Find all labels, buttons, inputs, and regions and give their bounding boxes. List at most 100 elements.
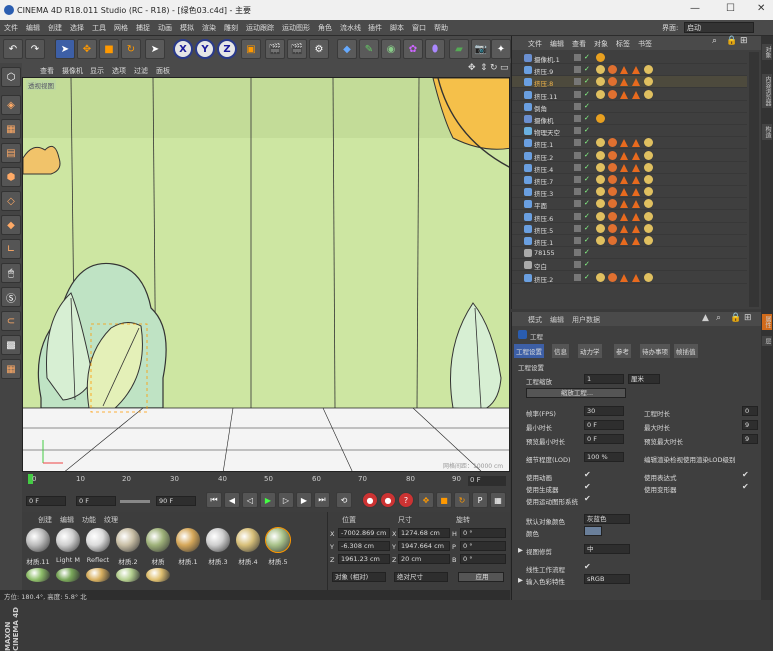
tab-reference[interactable]: 参考 [614, 344, 631, 358]
visibility-toggle[interactable] [574, 115, 581, 122]
tweak-mode-icon[interactable]: 🖱 [1, 263, 21, 283]
edges-mode-icon[interactable]: ◇ [1, 191, 21, 211]
material-tag-icon[interactable] [620, 176, 628, 184]
menu-tools[interactable]: 工具 [92, 23, 106, 33]
material-tag-icon[interactable] [632, 224, 640, 233]
texture-tag-icon[interactable] [644, 187, 653, 197]
menu-plugins[interactable]: 插件 [368, 23, 382, 33]
use-mograph-checkbox[interactable]: ✔ [584, 494, 591, 503]
material-swatch[interactable] [146, 568, 170, 582]
menu-motion-track[interactable]: 运动跟踪 [246, 23, 274, 33]
start-frame-field[interactable]: 0 F [26, 496, 66, 506]
texture-tag-icon[interactable] [644, 138, 653, 148]
material-tag-icon[interactable] [620, 188, 628, 197]
goto-end-icon[interactable]: ⏭ [314, 492, 330, 508]
texture-tag-icon[interactable] [608, 77, 617, 87]
object-row[interactable]: 挤压.2 ✓ [512, 150, 747, 162]
texture-tag-icon[interactable] [644, 199, 653, 209]
preview-min-field[interactable]: 0 F [584, 434, 624, 444]
material-swatch[interactable] [176, 528, 200, 552]
texture-tag-icon[interactable] [644, 150, 653, 160]
menu-window[interactable]: 窗口 [412, 23, 426, 33]
menu-render[interactable]: 渲染 [202, 23, 216, 33]
attr-lock-icon[interactable]: 🔒 [730, 313, 741, 323]
menu-pipeline[interactable]: 流水线 [340, 23, 361, 33]
coord-position-field[interactable]: -6.308 cm [338, 541, 390, 551]
enable-check-icon[interactable]: ✓ [584, 236, 590, 244]
object-row[interactable]: 挤压.9 ✓ [512, 64, 747, 77]
visibility-toggle[interactable] [574, 90, 581, 98]
next-key-icon[interactable]: ▶ [296, 492, 312, 508]
menu-animate[interactable]: 动画 [158, 23, 172, 33]
material-swatch[interactable] [56, 528, 80, 552]
enable-check-icon[interactable]: ✓ [584, 187, 590, 195]
color-swatch[interactable] [584, 526, 602, 536]
texture-tag-icon[interactable] [596, 236, 605, 245]
camera-icon[interactable]: 📷 [471, 39, 491, 59]
magnet-icon[interactable]: ⊂ [1, 311, 21, 331]
menu-script[interactable]: 脚本 [390, 23, 404, 33]
enable-check-icon[interactable]: ✓ [584, 163, 590, 171]
prev-key-icon[interactable]: ◀ [224, 492, 240, 508]
vp-menu-panel[interactable]: 面板 [156, 66, 170, 76]
use-generators-checkbox[interactable]: ✔ [584, 482, 591, 491]
menu-edit[interactable]: 编辑 [26, 23, 40, 33]
use-animation-checkbox[interactable]: ✔ [584, 470, 591, 479]
preview-range-slider[interactable] [120, 500, 150, 503]
texture-tag-icon[interactable] [608, 211, 617, 221]
vp-menu-cameras[interactable]: 摄像机 [62, 66, 83, 76]
object-row[interactable]: 挤压.7 ✓ [512, 174, 747, 186]
texture-tag-icon[interactable] [608, 223, 617, 233]
model-mode-icon[interactable]: ◈ [1, 95, 21, 115]
material-tag-icon[interactable] [632, 176, 640, 184]
visibility-toggle[interactable] [574, 261, 581, 269]
material-tag-icon[interactable] [620, 78, 628, 87]
texture-tag-icon[interactable] [608, 272, 617, 282]
array-icon[interactable]: ✿ [403, 39, 423, 59]
apply-button[interactable]: 应用 [458, 572, 504, 582]
scale-field[interactable]: 1 [584, 374, 624, 384]
visibility-toggle[interactable] [574, 273, 581, 281]
enable-check-icon[interactable]: ✓ [584, 53, 590, 61]
texture-tag-icon[interactable] [596, 77, 605, 87]
material-swatch[interactable] [265, 527, 291, 553]
texture-tag-icon[interactable] [644, 89, 653, 99]
attr-up-arrow-icon[interactable]: ▲ [702, 313, 709, 323]
visibility-toggle[interactable] [574, 224, 581, 232]
object-row[interactable]: 挤压.8 ✓ [512, 76, 747, 89]
make-editable-icon[interactable]: ⬡ [1, 67, 21, 87]
max-time-field[interactable]: 9 [742, 420, 758, 430]
key-scale-icon[interactable]: ■ [436, 492, 452, 508]
close-button[interactable]: ✕ [757, 3, 765, 14]
visibility-toggle[interactable] [574, 66, 581, 74]
visibility-toggle[interactable] [574, 54, 581, 61]
bend-deformer-icon[interactable]: ⬮ [425, 39, 445, 59]
obj-menu-file[interactable]: 文件 [528, 39, 542, 49]
object-row[interactable]: 挤压.6 ✓ [512, 211, 747, 223]
enable-check-icon[interactable]: ✓ [584, 102, 590, 110]
coord-rotation-field[interactable]: 0 ° [460, 554, 506, 564]
key-position-icon[interactable]: ✥ [418, 492, 434, 508]
last-tool-icon[interactable]: ➤ [145, 39, 165, 59]
menu-simulate[interactable]: 模拟 [180, 23, 194, 33]
material-tag-icon[interactable] [632, 139, 640, 148]
interface-select[interactable]: 启动 [684, 22, 754, 33]
linear-workflow-checkbox[interactable]: ✔ [584, 562, 591, 571]
enable-check-icon[interactable]: ✓ [584, 260, 590, 268]
protection-tag-icon[interactable] [596, 53, 605, 62]
scale-project-button[interactable]: 缩放工程... [526, 388, 626, 398]
timeline-current-frame[interactable]: 0 F [468, 476, 506, 486]
input-color-select[interactable]: sRGB [584, 574, 630, 584]
tab-layers[interactable]: 层 [762, 336, 772, 346]
keyframe-selection-icon[interactable]: ? [398, 492, 414, 508]
object-row[interactable]: 摄像机.1 ✓ [512, 52, 747, 64]
material-tag-icon[interactable] [620, 151, 628, 160]
enable-check-icon[interactable]: ✓ [584, 65, 590, 73]
floor-icon[interactable]: ▰ [449, 39, 469, 59]
render-to-picture-viewer-icon[interactable]: 🎬 [287, 39, 307, 59]
vp-rotate-icon[interactable]: ↻ [490, 63, 498, 73]
goto-start-icon[interactable]: ⏮ [206, 492, 222, 508]
menu-help[interactable]: 帮助 [434, 23, 448, 33]
light-icon[interactable]: ✦ [491, 39, 511, 59]
texture-tag-icon[interactable] [644, 175, 653, 184]
